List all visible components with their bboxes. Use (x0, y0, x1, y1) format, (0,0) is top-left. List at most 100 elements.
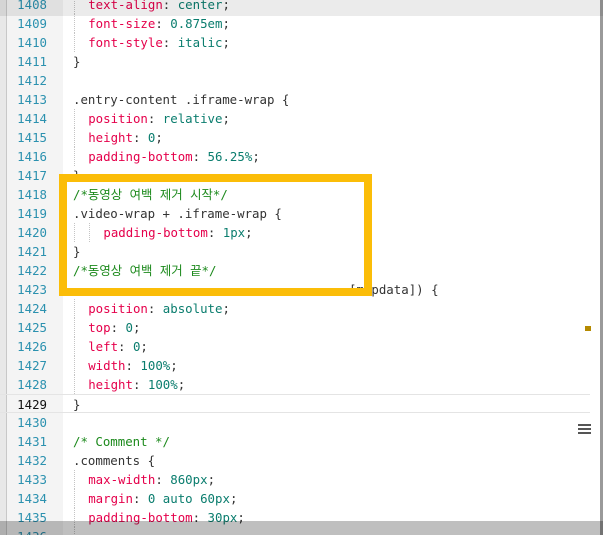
code-text[interactable]: position: absolute; (73, 299, 230, 318)
code-token: max-width (88, 472, 156, 487)
line-number: 1434 (17, 491, 47, 506)
line-number: 1417 (17, 168, 47, 183)
code-text[interactable]: position: relative; (73, 109, 230, 128)
line-number: 1429 (17, 397, 47, 412)
line-number: 1428 (17, 377, 47, 392)
line-number: 1411 (17, 54, 47, 69)
code-token: : (162, 35, 178, 50)
code-token: : (155, 16, 171, 31)
line-number: 1421 (17, 244, 47, 259)
line-number: 1412 (17, 73, 47, 88)
code-line[interactable]: 1431 /* Comment */ (0, 432, 590, 451)
code-text[interactable]: font-size: 0.875em; (73, 14, 230, 33)
code-line[interactable]: 1409 font-size: 0.875em; (0, 14, 590, 33)
code-line[interactable]: 1433 max-width: 860px; (0, 470, 590, 489)
code-token: 0 auto 60px (147, 491, 230, 506)
code-text[interactable]: .comments { (73, 451, 155, 470)
line-number: 1409 (17, 16, 47, 31)
code-token: } (73, 397, 81, 412)
code-text[interactable]: margin: 0 auto 60px; (73, 489, 237, 508)
code-text[interactable]: height: 100%; (73, 375, 185, 394)
top-scroll-shadow (0, 0, 603, 16)
code-line[interactable]: 1410 font-style: italic; (0, 33, 590, 52)
line-number: 1414 (17, 111, 47, 126)
code-token: position (88, 301, 148, 316)
code-line[interactable]: 1412 (0, 71, 590, 90)
code-token: ; (140, 339, 148, 354)
code-token: ; (207, 472, 216, 487)
scrollbar-marker[interactable] (585, 326, 591, 331)
line-number: 1430 (17, 415, 47, 430)
line-number: 1422 (17, 263, 47, 278)
code-token: 100% (140, 358, 171, 373)
code-token: 860px (170, 472, 208, 487)
code-token: : (125, 358, 141, 373)
highlight-annotation-box (59, 174, 372, 296)
code-token: : (147, 301, 163, 316)
scrollbar-position-icon[interactable] (578, 422, 591, 434)
code-text[interactable]: width: 100%; (73, 356, 178, 375)
line-number: 1418 (17, 187, 47, 202)
code-text[interactable]: } (73, 395, 80, 414)
code-line[interactable]: 1411} (0, 52, 590, 71)
line-number: 1423 (17, 282, 47, 297)
code-token: .entry-content .iframe-wrap { (73, 92, 290, 107)
code-text[interactable]: height: 0; (73, 128, 163, 147)
code-token: : (147, 111, 163, 126)
code-line[interactable]: 1429} (0, 394, 590, 413)
code-token: padding-bottom (88, 149, 193, 164)
code-token: 100% (147, 377, 178, 392)
line-number: 1424 (17, 301, 47, 316)
code-token: ; (252, 149, 260, 164)
code-token: : (155, 472, 171, 487)
code-token: : (132, 130, 148, 145)
code-token: ; (222, 16, 230, 31)
code-line[interactable]: 1432 .comments { (0, 451, 590, 470)
code-token: height (88, 377, 133, 392)
line-number: 1432 (17, 453, 47, 468)
code-text[interactable]: .entry-content .iframe-wrap { (73, 90, 289, 109)
code-token: 0.875em (170, 16, 223, 31)
line-number: 1413 (17, 92, 47, 107)
code-token: font-style (88, 35, 163, 50)
code-text[interactable]: max-width: 860px; (73, 470, 215, 489)
code-token: position (88, 111, 148, 126)
code-token: : (132, 491, 148, 506)
code-token: /* Comment */ (73, 434, 170, 449)
code-line[interactable]: 1425 top: 0; (0, 318, 590, 337)
code-text[interactable]: left: 0; (73, 337, 148, 356)
code-line[interactable]: 1414 position: relative; (0, 109, 590, 128)
code-token: margin (88, 491, 133, 506)
line-number: 1425 (17, 320, 47, 335)
code-line[interactable]: 1434 margin: 0 auto 60px; (0, 489, 590, 508)
code-line[interactable]: 1413 .entry-content .iframe-wrap { (0, 90, 590, 109)
code-line[interactable]: 1416 padding-bottom: 56.25%; (0, 147, 590, 166)
code-line[interactable]: 1415 height: 0; (0, 128, 590, 147)
code-token: .comments { (73, 453, 156, 468)
code-token: height (88, 130, 133, 145)
code-token: italic (177, 35, 223, 50)
code-token: ; (177, 377, 186, 392)
code-line[interactable]: 1430 (0, 413, 590, 432)
code-token: 56.25% (207, 149, 253, 164)
code-text[interactable]: /* Comment */ (73, 432, 170, 451)
code-text[interactable]: padding-bottom: 56.25%; (73, 147, 260, 166)
code-token: } (73, 54, 81, 69)
code-line[interactable]: 1428 height: 100%; (0, 375, 590, 394)
code-token: absolute (162, 301, 223, 316)
line-number: 1427 (17, 358, 47, 373)
line-number: 1431 (17, 434, 47, 449)
code-token: ; (155, 130, 163, 145)
code-line[interactable]: 1424 position: absolute; (0, 299, 590, 318)
code-text[interactable]: top: 0; (73, 318, 140, 337)
code-line[interactable]: 1426 left: 0; (0, 337, 590, 356)
code-token: ; (222, 301, 230, 316)
line-number: 1416 (17, 149, 47, 164)
code-editor[interactable]: 1408 text-align: center; 1409 font-size: 0.… (0, 0, 603, 535)
code-text[interactable]: font-style: italic; (73, 33, 230, 52)
code-text[interactable]: } (73, 52, 80, 71)
code-token: 0 (125, 320, 133, 335)
code-line[interactable]: 1427 width: 100%; (0, 356, 590, 375)
code-token: : (118, 339, 133, 354)
code-token: relative (162, 111, 223, 126)
